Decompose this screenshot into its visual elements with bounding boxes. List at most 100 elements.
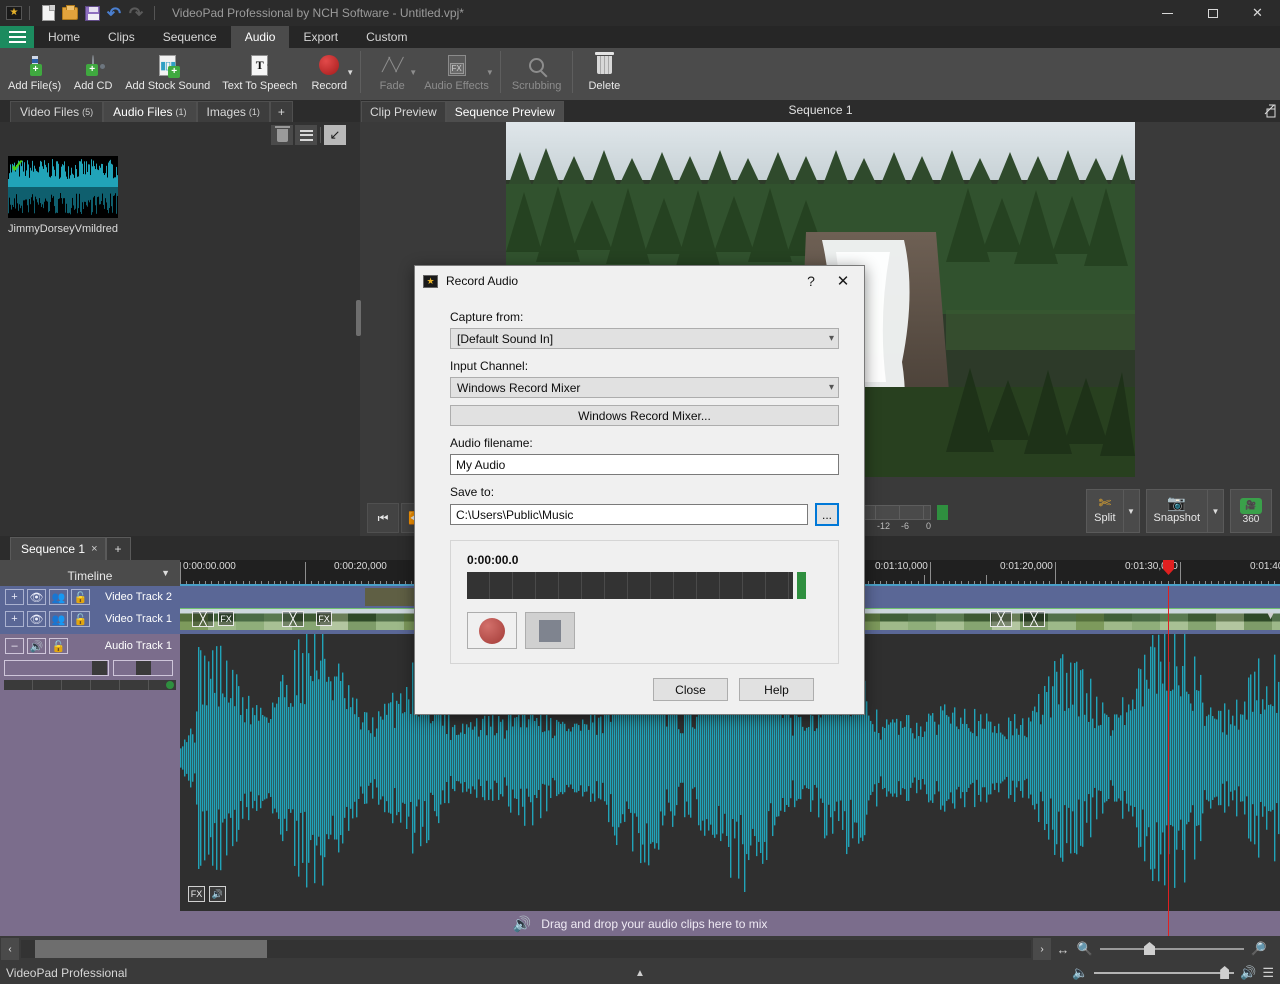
volume-high-icon[interactable]: 🔊 [1240,965,1256,981]
audio-filename-input[interactable]: My Audio [450,454,839,475]
add-bin-tab-button[interactable]: + [270,101,293,122]
delete-icon [597,52,612,78]
mute-icon[interactable]: 🔊 [27,638,46,654]
slider-knob[interactable] [1144,942,1155,955]
lock-icon[interactable]: 🔓 [71,611,90,627]
tab-clips[interactable]: Clips [94,26,149,48]
fade-button[interactable]: ╱╲╱ Fade ▼ [366,48,418,98]
crossfade-icon[interactable]: ╳ [990,611,1012,627]
chevron-down-icon[interactable]: ▼ [1265,610,1276,622]
group-icon[interactable]: 👥 [49,611,68,627]
snapshot-button[interactable]: 📷 Snapshot ▼ [1146,489,1224,533]
lock-icon[interactable]: 🔓 [71,589,90,605]
menu-button[interactable] [0,26,34,48]
dialog-help-button[interactable]: ? [796,267,826,295]
tab-custom[interactable]: Custom [352,26,421,48]
bin-tab-audio-files[interactable]: Audio Files (1) [103,101,196,122]
add-track-icon[interactable]: + [5,589,24,605]
view-360-button[interactable]: 🎥 360 [1230,489,1272,533]
fx-badge-icon[interactable]: FX [218,611,234,626]
dialog-close-button[interactable]: ✕ [826,267,860,295]
button-label: Record [311,80,346,92]
lock-icon[interactable]: 🔓 [49,638,68,654]
master-volume-slider[interactable] [1094,966,1234,980]
split-button[interactable]: ✄ Split ▼ [1086,489,1139,533]
close-button[interactable]: Close [653,678,728,701]
chevron-down-icon[interactable]: ▼ [409,68,417,77]
tab-home[interactable]: Home [34,26,94,48]
tab-export[interactable]: Export [289,26,352,48]
visibility-icon[interactable]: 👁 [27,611,46,627]
scroll-left-button[interactable]: ‹ [1,938,19,960]
chevron-down-icon[interactable]: ▼ [161,568,170,578]
volume-slider[interactable] [4,660,109,676]
chevron-down-icon[interactable]: ▼ [486,68,494,77]
help-button[interactable]: Help [739,678,814,701]
fx-badge-icon[interactable]: FX [316,611,332,626]
audio-mix-dropzone[interactable]: 🔊 Drag and drop your audio clips here to… [0,911,1280,936]
pan-slider[interactable] [113,660,173,676]
windows-record-mixer-button[interactable]: Windows Record Mixer... [450,405,839,426]
scrubbing-button[interactable]: Scrubbing [506,48,568,98]
add-files-button[interactable]: + Add File(s) [2,48,67,98]
crossfade-icon[interactable]: ╳ [192,611,214,627]
new-project-icon[interactable] [37,3,59,23]
fx-icon[interactable]: FX [188,886,205,902]
slider-knob[interactable] [1220,966,1229,979]
tab-sequence[interactable]: Sequence [149,26,231,48]
save-project-icon[interactable] [81,3,103,23]
app-icon: ★ [6,6,22,20]
close-button[interactable]: ✕ [1235,0,1280,26]
group-icon[interactable]: 👥 [49,589,68,605]
undo-icon[interactable]: ↶ [103,3,125,23]
input-channel-select[interactable]: Windows Record Mixer ▾ [450,377,839,398]
add-sequence-button[interactable]: + [106,537,131,560]
list-view-icon[interactable] [295,125,317,145]
popout-icon[interactable] [1261,103,1276,118]
fit-to-window-icon[interactable]: ↔ [1052,938,1074,960]
maximize-button[interactable] [1190,0,1235,26]
zoom-slider[interactable] [1100,940,1244,958]
crossfade-icon[interactable]: ╳ [1023,611,1045,627]
add-cd-button[interactable]: + Add CD [67,48,119,98]
visibility-icon[interactable]: 👁 [27,589,46,605]
text-to-speech-button[interactable]: T Text To Speech [216,48,303,98]
record-button[interactable]: Record ▼ [303,48,355,98]
bin-tab-images[interactable]: Images (1) [197,101,270,122]
bin-tab-video-files[interactable]: Video Files (5) [10,101,103,122]
add-stock-sound-button[interactable]: ▮▯▮+ Add Stock Sound [119,48,216,98]
scrollbar-thumb[interactable] [35,940,267,958]
mixer-icon[interactable]: ☰ [1262,965,1274,981]
minimize-button[interactable] [1145,0,1190,26]
chevron-down-icon[interactable]: ▼ [1207,490,1223,532]
audio-effects-button[interactable]: Audio Effects ▼ [418,48,495,98]
jump-to-start-button[interactable]: ⏮ [367,503,399,533]
close-icon[interactable]: × [91,543,97,555]
zoom-out-icon[interactable]: 🔍 [1074,938,1096,960]
zoom-in-icon[interactable]: 🔎 [1248,938,1270,960]
open-project-icon[interactable] [59,3,81,23]
delete-button[interactable]: Delete [578,48,630,98]
browse-folder-button[interactable]: ... [815,503,839,526]
timeline-mode-selector[interactable]: Timeline ▼ [0,560,180,586]
collapse-track-icon[interactable]: – [5,638,24,654]
capture-from-select[interactable]: [Default Sound In] ▾ [450,328,839,349]
delete-bin-item-icon[interactable] [271,125,293,145]
horizontal-scrollbar[interactable] [21,940,1031,958]
chevron-down-icon[interactable]: ▼ [346,68,354,77]
expand-panel-icon[interactable] [324,125,346,145]
volume-icon[interactable]: 🔊 [209,886,226,902]
crossfade-icon[interactable]: ╳ [282,611,304,627]
redo-icon[interactable]: ↷ [125,3,147,23]
playhead-handle[interactable] [1163,560,1174,575]
level-clip-indicator [797,572,806,599]
save-to-input[interactable]: C:\Users\Public\Music [450,504,808,525]
stop-button[interactable] [525,612,575,649]
scroll-right-button[interactable]: › [1033,938,1051,960]
sequence-tab-1[interactable]: Sequence 1 × [10,537,106,560]
chevron-down-icon[interactable]: ▼ [1123,490,1139,532]
record-button[interactable] [467,612,517,649]
tab-audio[interactable]: Audio [231,26,290,48]
list-item[interactable]: noop ✓ JimmyDorseyVmildred… [8,156,118,235]
add-track-icon[interactable]: + [5,611,24,627]
